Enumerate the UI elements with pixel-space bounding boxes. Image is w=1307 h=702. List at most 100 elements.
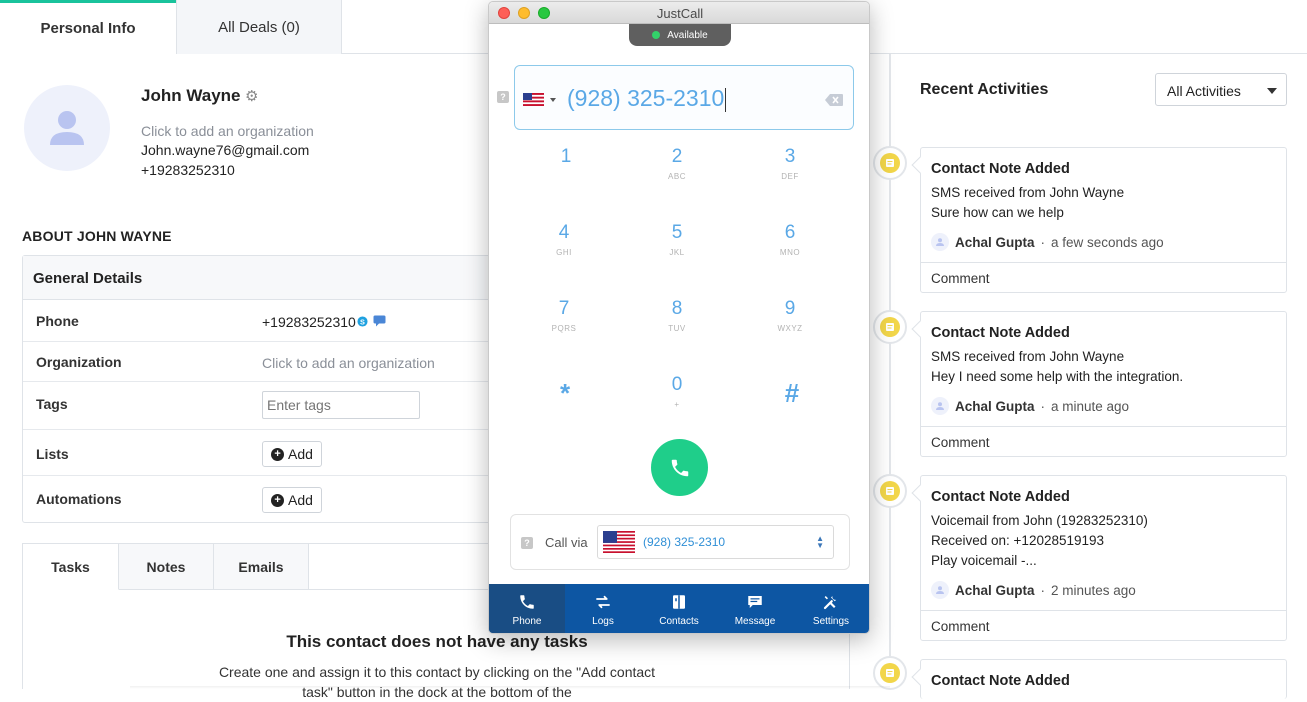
activity-time: 2 minutes ago (1051, 582, 1136, 598)
country-caret-icon[interactable] (550, 98, 556, 102)
key-6[interactable]: 6 MNO (760, 222, 820, 257)
phone-value: +19283252310 (262, 314, 356, 330)
gear-icon[interactable]: ⚙ (245, 87, 258, 105)
call-via-select[interactable]: (928) 325-2310 ▲ ▼ (597, 525, 834, 559)
nav-logs-label: Logs (592, 615, 614, 627)
key-0[interactable]: 0 + (647, 374, 707, 409)
contact-email: John.wayne76@gmail.com (141, 142, 310, 158)
activity-meta: Achal Gupta · 2 minutes ago (931, 581, 1136, 599)
status-dot-icon (652, 31, 661, 39)
tab-notes[interactable]: Notes (119, 544, 214, 590)
automations-label: Automations (36, 491, 122, 507)
comment-button[interactable]: Comment (921, 610, 1286, 642)
comment-button[interactable]: Comment (921, 426, 1286, 458)
nav-settings[interactable]: Settings (793, 584, 869, 633)
tools-icon (823, 595, 837, 609)
dial-number-input[interactable]: (928) 325-2310 (514, 65, 854, 130)
activities-filter-select[interactable]: All Activities (1155, 73, 1287, 106)
key-hash[interactable]: # (762, 378, 822, 409)
activity-line[interactable]: Play voicemail -... (931, 553, 1037, 568)
sms-icon[interactable] (373, 315, 386, 327)
tab-emails[interactable]: Emails (214, 544, 309, 590)
plus-circle-icon: + (271, 493, 285, 507)
backspace-icon[interactable] (825, 94, 843, 106)
phone-icon (520, 594, 534, 609)
swap-arrows-icon (596, 595, 610, 608)
activity-title: Contact Note Added (931, 161, 1070, 177)
timeline-note-marker (873, 310, 907, 344)
tab-tasks[interactable]: Tasks (23, 544, 119, 590)
key-5[interactable]: 5 JKL (647, 222, 707, 257)
nav-contacts[interactable]: Contacts (641, 584, 717, 633)
key-9[interactable]: 9 WXYZ (760, 298, 820, 333)
activity-line: SMS received from John Wayne (931, 349, 1125, 364)
call-button[interactable] (651, 439, 708, 496)
recent-activities-title: Recent Activities (920, 81, 1049, 98)
general-details-panel: General Details Phone +19283252310 S Org… (22, 255, 503, 523)
key-8[interactable]: 8 TUV (647, 298, 707, 333)
meta-separator: · (1040, 582, 1046, 598)
tab-all-deals[interactable]: All Deals (0) (176, 0, 342, 54)
skype-icon[interactable]: S (357, 316, 368, 327)
add-organization-link[interactable]: Click to add an organization (141, 123, 314, 139)
organization-label: Organization (36, 354, 122, 370)
caret-down-icon (1267, 88, 1277, 94)
contact-avatar[interactable] (24, 85, 110, 171)
tab-personal-info[interactable]: Personal Info (0, 0, 176, 54)
activity-author: Achal Gupta (955, 234, 1035, 250)
author-avatar-icon (931, 397, 949, 415)
tags-input[interactable] (262, 391, 420, 419)
note-icon (886, 487, 894, 495)
activity-meta: Achal Gupta · a few seconds ago (931, 233, 1164, 251)
organization-row: Organization Click to add an organizatio… (23, 342, 503, 382)
add-list-button[interactable]: + Add (262, 441, 322, 467)
activity-card: Contact Note Added SMS received from Joh… (920, 311, 1287, 457)
key-2[interactable]: 2 ABC (647, 146, 707, 181)
timeline-note-marker (873, 656, 907, 690)
add-list-label: Add (288, 446, 313, 462)
activity-meta: Achal Gupta · a minute ago (931, 397, 1129, 415)
phone-label: Phone (36, 313, 79, 329)
nav-logs[interactable]: Logs (565, 584, 641, 633)
window-titlebar[interactable]: JustCall (489, 2, 869, 24)
timeline-note-marker (873, 474, 907, 508)
key-3[interactable]: 3 DEF (760, 146, 820, 181)
activity-title: Contact Note Added (931, 489, 1070, 505)
us-flag-icon[interactable] (523, 93, 544, 106)
organization-value[interactable]: Click to add an organization (262, 355, 435, 371)
activity-line: Voicemail from John (19283252310) (931, 513, 1148, 528)
key-star[interactable]: * (535, 378, 595, 409)
lists-label: Lists (36, 446, 69, 462)
author-avatar-icon (931, 233, 949, 251)
activity-time: a minute ago (1051, 398, 1130, 414)
activity-card: Contact Note Added Voicemail from John (… (920, 475, 1287, 641)
contact-phone: +19283252310 (141, 162, 235, 178)
key-4[interactable]: 4 GHI (534, 222, 594, 257)
activity-author: Achal Gupta (955, 582, 1035, 598)
plus-circle-icon: + (271, 447, 285, 461)
comment-button[interactable]: Comment (921, 262, 1286, 294)
key-7[interactable]: 7 PQRS (534, 298, 594, 333)
activity-card: Contact Note Added SMS received from Joh… (920, 147, 1287, 293)
note-icon (886, 323, 894, 331)
general-details-title: General Details (23, 256, 501, 300)
add-automation-label: Add (288, 492, 313, 508)
activity-line: Received on: +12028519193 (931, 533, 1105, 548)
empty-tasks-title: This contact does not have any tasks (286, 632, 588, 651)
nav-message[interactable]: Message (717, 584, 793, 633)
help-icon[interactable]: ? (521, 537, 533, 549)
us-flag-icon (603, 531, 635, 553)
availability-status[interactable]: Available (629, 24, 731, 46)
add-automation-button[interactable]: + Add (262, 487, 322, 513)
empty-tasks-description: Create one and assign it to this contact… (218, 664, 656, 700)
help-icon[interactable]: ? (497, 91, 509, 103)
status-label: Available (667, 29, 708, 41)
lists-row: Lists + Add (23, 430, 503, 476)
call-via-row: ? Call via (928) 325-2310 ▲ ▼ (510, 514, 850, 570)
nav-settings-label: Settings (812, 615, 850, 627)
nav-phone[interactable]: Phone (489, 584, 565, 633)
key-1[interactable]: 1 (536, 146, 596, 172)
activity-line: SMS received from John Wayne (931, 185, 1125, 200)
nav-phone-label: Phone (512, 615, 542, 627)
address-book-icon (673, 594, 685, 609)
